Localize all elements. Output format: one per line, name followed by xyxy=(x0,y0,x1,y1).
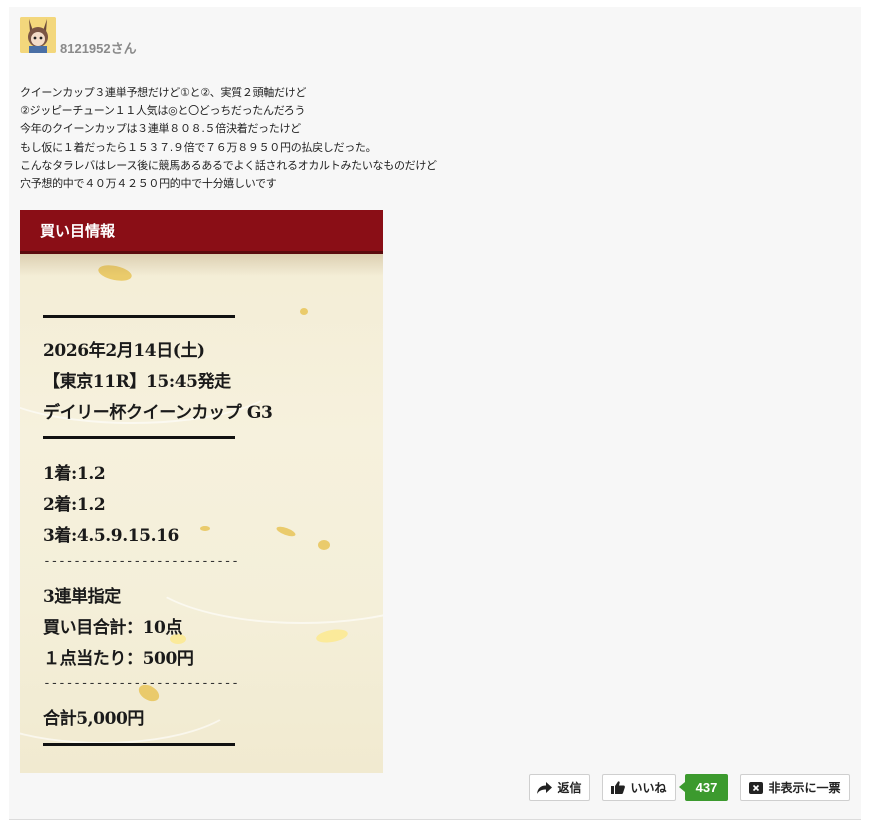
ticket-header-title: 買い目情報 xyxy=(40,222,116,240)
third-place-pick: 3着:4.5.9.15.16 xyxy=(43,526,179,546)
race-date: 2026年2月14日(土) xyxy=(43,341,205,361)
dashed-divider: -------------------------- xyxy=(43,676,239,691)
total-points: 買い目合計：10点 xyxy=(43,618,183,638)
decor-leaf xyxy=(315,627,349,645)
like-button[interactable]: いいね xyxy=(602,774,676,801)
first-place-pick: 1着:1.2 xyxy=(43,464,106,484)
hide-vote-label: 非表示に一票 xyxy=(768,781,841,795)
like-count-badge: 437 xyxy=(679,774,728,801)
comment-body: クイーンカップ３連単予想だけど①と②、実質２頭軸だけど ②ジッピーチューン１１人… xyxy=(20,84,840,193)
comment-line: ②ジッピーチューン１１人気は◎と〇どっちだったんだろう xyxy=(20,104,306,118)
decor-leaf xyxy=(318,540,330,550)
comment-line: もし仮に１着だったら１５３７.９倍で７６万８９５０円の払戻しだった。 xyxy=(20,140,377,154)
hide-vote-button[interactable]: 非表示に一票 xyxy=(740,774,850,801)
race-name: デイリー杯クイーンカップ G3 xyxy=(43,403,273,423)
comment-line: こんなタラレバはレース後に競馬あるあるでよく話されるオカルトみたいなものだけど xyxy=(20,158,437,172)
bet-ticket-image: 買い目情報 2026年2月14日(土) 【東京11R】15:45発走 デイリー杯… xyxy=(20,210,383,773)
avatar-illustration-icon xyxy=(20,17,56,53)
username[interactable]: 8121952さん xyxy=(60,38,137,57)
decor-leaf xyxy=(300,308,308,315)
bet-type: 3連単指定 xyxy=(43,587,121,607)
amount-per-point: １点当たり：500円 xyxy=(43,649,194,669)
race-info: 【東京11R】15:45発走 xyxy=(43,372,231,392)
hide-x-icon xyxy=(749,781,764,794)
comment-card: 8121952さん クイーンカップ３連単予想だけど①と②、実質２頭軸だけど ②ジ… xyxy=(9,7,861,820)
ticket-header-shadow xyxy=(20,254,383,276)
total-amount: 合計5,000円 xyxy=(43,709,145,729)
share-arrow-icon xyxy=(537,781,553,794)
reply-button[interactable]: 返信 xyxy=(529,774,590,801)
divider-rule xyxy=(43,315,235,318)
divider-rule xyxy=(43,436,235,439)
reply-label: 返信 xyxy=(557,781,582,795)
ticket-header: 買い目情報 xyxy=(20,210,383,254)
comment-line: 今年のクイーンカップは３連単８０８.５倍決着だったけど xyxy=(20,122,301,136)
comment-line: クイーンカップ３連単予想だけど①と②、実質２頭軸だけど xyxy=(20,86,307,99)
dashed-divider: -------------------------- xyxy=(43,554,239,569)
user-avatar[interactable] xyxy=(20,17,56,53)
second-place-pick: 2着:1.2 xyxy=(43,495,106,515)
like-label: いいね xyxy=(630,781,667,795)
decor-leaf xyxy=(200,526,210,531)
thumbs-up-icon xyxy=(611,781,626,794)
divider-rule xyxy=(43,743,235,746)
comment-line: 穴予想的中で４０万４２５０円的中で十分嬉しいです xyxy=(20,177,277,191)
